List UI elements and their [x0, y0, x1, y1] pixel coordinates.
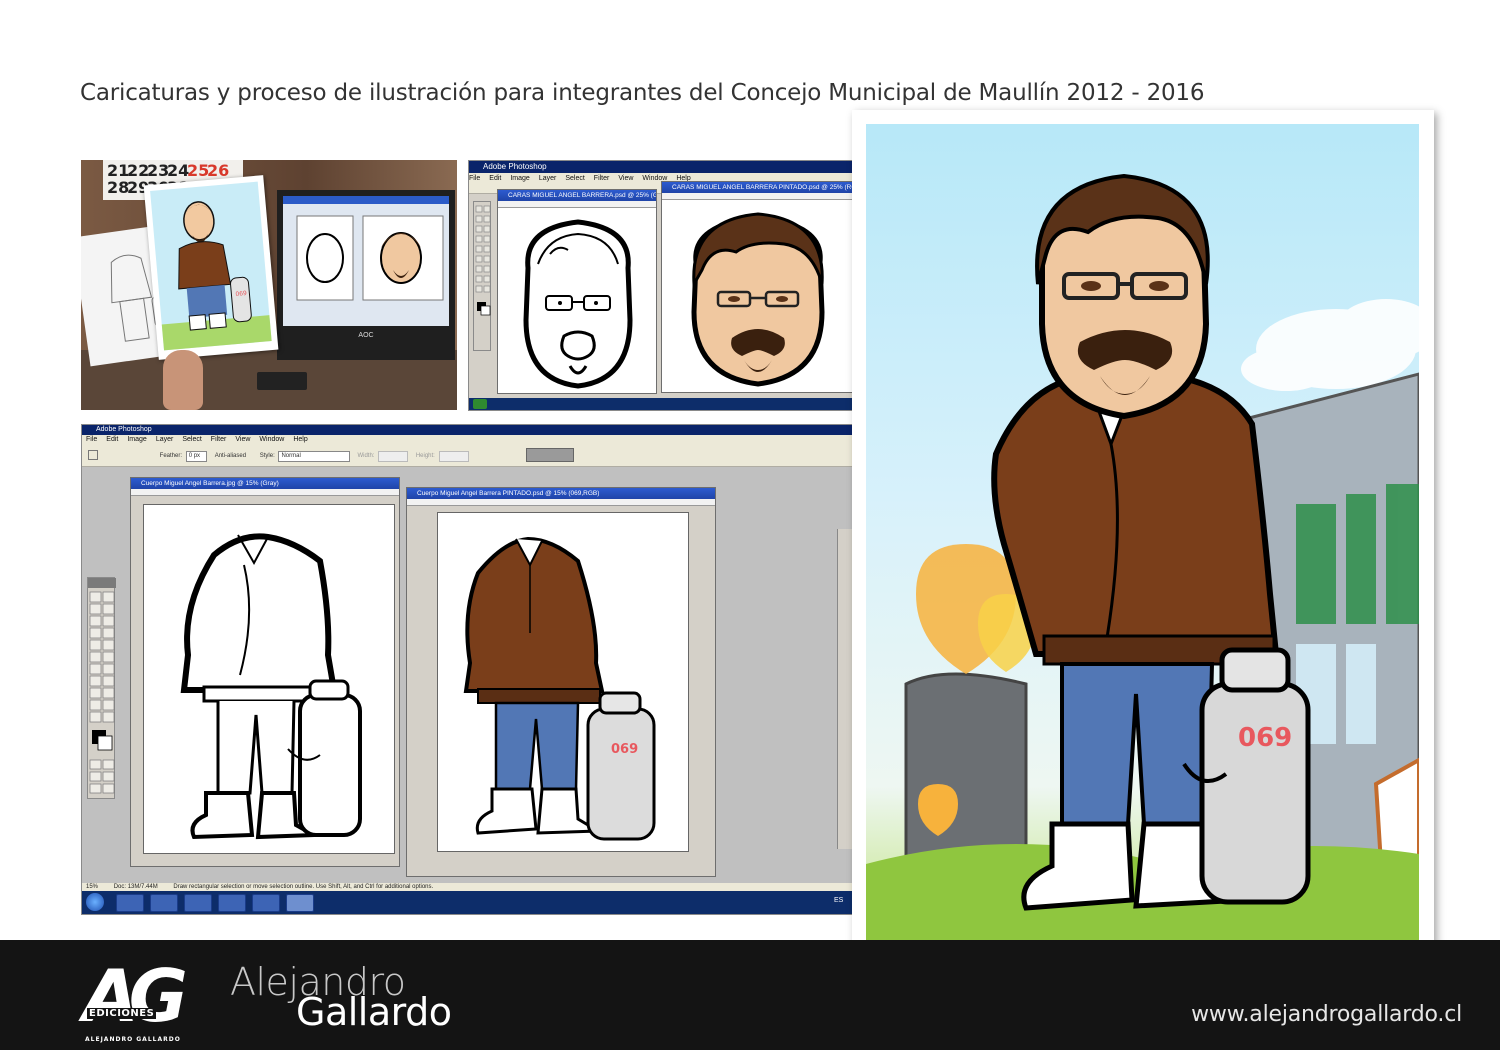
taskbar — [469, 398, 852, 410]
ruler — [131, 489, 399, 496]
toolbox — [87, 577, 116, 800]
external-drive — [257, 372, 307, 390]
ag-logo: AG EDICIONES ALEJANDRO GALLARDO — [83, 954, 195, 1043]
document-title: CARAS MIGUEL ANGEL BARRERA PINTADO.psd @… — [662, 182, 852, 193]
monitor-brand: AOC — [358, 332, 374, 339]
menu-layer[interactable]: Layer — [156, 435, 174, 445]
menu-image[interactable]: Image — [510, 173, 529, 184]
menu-bar: File Edit Image Layer Select Filter View Window… — [82, 435, 852, 445]
zoom-level[interactable]: 15% — [86, 884, 98, 890]
marquee-tool-icon[interactable] — [88, 450, 98, 461]
menu-view[interactable]: View — [235, 435, 250, 445]
taskbar-explorer-icon[interactable] — [116, 894, 144, 912]
page-title: Caricaturas y proceso de ilustración par… — [80, 80, 1205, 106]
menu-filter[interactable]: Filter — [211, 435, 227, 445]
menu-image[interactable]: Image — [127, 435, 146, 445]
style-select[interactable]: Normal — [278, 451, 350, 462]
hand — [163, 350, 203, 410]
body-colored: 069 — [463, 536, 656, 841]
doc-size: Doc: 13M/7.44M — [113, 884, 158, 890]
feather-label: Feather: — [159, 453, 183, 459]
toolbox — [473, 201, 491, 351]
taskbar: ES — [82, 891, 852, 914]
body-lineart — [180, 533, 362, 840]
menu-view[interactable]: View — [618, 173, 633, 184]
window-title: Adobe Photoshop — [469, 161, 852, 173]
start-button[interactable] — [473, 399, 487, 409]
menu-select[interactable]: Select — [565, 173, 584, 184]
status-hint: Draw rectangular selection or move selec… — [173, 884, 434, 890]
logo-letters: AG — [83, 954, 188, 1038]
menu-select[interactable]: Select — [182, 435, 201, 445]
taskbar-lightroom-icon[interactable] — [252, 894, 280, 912]
document-body-colored[interactable]: Cuerpo Miguel Angel Barrera PINTADO.psd … — [406, 487, 716, 877]
antialiased-checkbox[interactable]: Anti-aliased — [215, 453, 246, 459]
canvas — [143, 504, 395, 854]
can-number: 069 — [611, 742, 638, 757]
face-colored — [691, 212, 825, 387]
window-title: Adobe Photoshop — [82, 425, 852, 435]
ruler — [662, 193, 852, 200]
monitor: AOC — [277, 190, 455, 360]
options-bar: Feather: 0 px Anti-aliased Style: Normal… — [82, 445, 852, 467]
taskbar-photoshop-icon[interactable] — [286, 894, 314, 912]
menu-file[interactable]: File — [469, 173, 480, 184]
canvas: 069 — [437, 512, 689, 852]
logo-author: ALEJANDRO GALLARDO — [85, 1036, 181, 1043]
layers-palette[interactable] — [837, 529, 852, 849]
tool-grid-icon[interactable] — [474, 202, 492, 352]
document-body-lineart[interactable]: Cuerpo Miguel Angel Barrera.jpg @ 15% (G… — [130, 477, 400, 867]
face-lineart — [523, 219, 633, 389]
language-indicator[interactable]: ES — [834, 897, 843, 904]
photoshop-window-body: Adobe Photoshop File Edit Image Layer Select… — [81, 424, 853, 915]
document-face-lineart[interactable]: CARAS MIGUEL ANGEL BARRERA.psd @ 25% (Gr… — [497, 189, 657, 394]
document-face-colored[interactable]: CARAS MIGUEL ANGEL BARRERA PINTADO.psd @… — [661, 181, 852, 393]
document-title: Cuerpo Miguel Angel Barrera.jpg @ 15% (G… — [131, 478, 399, 489]
height-label: Height: — [415, 453, 435, 459]
menu-edit[interactable]: Edit — [489, 173, 501, 184]
style-label: Style: — [259, 453, 275, 459]
taskbar-app-icon[interactable] — [218, 894, 246, 912]
brand-last-name: Gallardo — [296, 990, 452, 1034]
taskbar-chrome-icon[interactable] — [184, 894, 212, 912]
palette-well[interactable] — [526, 448, 574, 462]
menu-layer[interactable]: Layer — [539, 173, 557, 184]
calendar-row: 212223242526 — [107, 161, 230, 180]
ruler — [407, 499, 715, 506]
menu-help[interactable]: Help — [293, 435, 307, 445]
final-illustration-frame: 069 — [852, 110, 1434, 968]
width-label: Width: — [357, 453, 375, 459]
final-illustration: 069 — [866, 124, 1419, 952]
footer: AG EDICIONES ALEJANDRO GALLARDO Alejandr… — [0, 940, 1500, 1050]
website-link[interactable]: www.alejandrogallardo.cl — [1191, 1002, 1462, 1027]
start-button[interactable] — [86, 893, 104, 911]
document-title: Cuerpo Miguel Angel Barrera PINTADO.psd … — [407, 488, 715, 499]
tool-grid-icon[interactable] — [88, 578, 116, 800]
menu-filter[interactable]: Filter — [594, 173, 610, 184]
monitor-screen — [283, 196, 449, 326]
ruler — [498, 201, 656, 208]
menu-file[interactable]: File — [86, 435, 97, 445]
can-number: 069 — [235, 290, 247, 298]
printed-caricature: 069 — [143, 175, 279, 360]
logo-ediciones: EDICIONES — [87, 1008, 157, 1019]
taskbar-media-icon[interactable] — [150, 894, 178, 912]
photoshop-window-faces: Adobe Photoshop File Edit Image Layer Select… — [468, 160, 853, 411]
menu-window[interactable]: Window — [259, 435, 284, 445]
document-title: CARAS MIGUEL ANGEL BARRERA.psd @ 25% (Gr… — [498, 190, 656, 201]
feather-input[interactable]: 0 px — [185, 451, 208, 462]
menu-edit[interactable]: Edit — [106, 435, 118, 445]
process-photo: 212223242526 28293031 AOC — [81, 160, 457, 410]
can-number: 069 — [1238, 723, 1292, 753]
